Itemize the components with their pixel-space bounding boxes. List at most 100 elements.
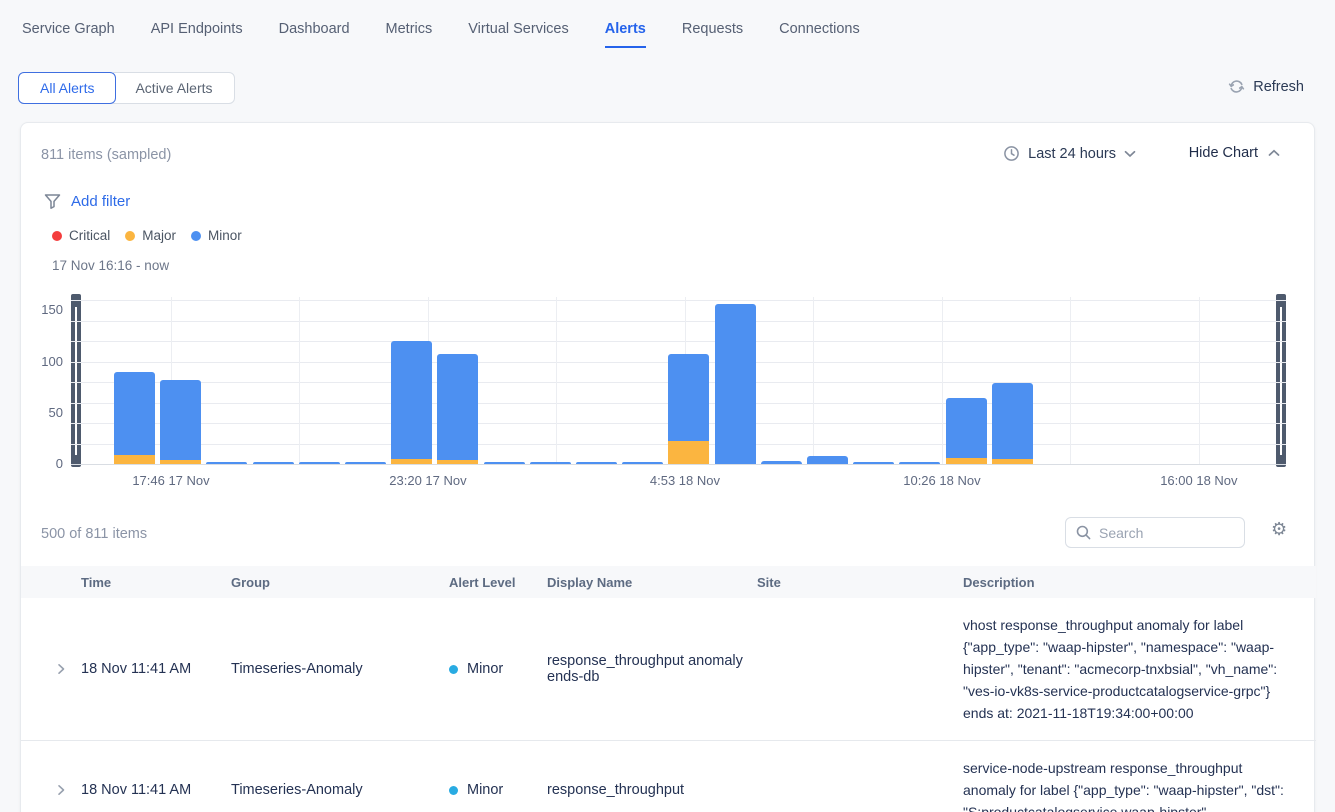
bar-minor-segment[interactable] (253, 462, 294, 464)
bar-major-segment[interactable] (391, 459, 432, 464)
chevron-right-icon (54, 662, 68, 676)
hide-chart-toggle[interactable]: Hide Chart (1189, 145, 1280, 161)
bar-minor-segment[interactable] (206, 462, 247, 464)
bar-minor-segment[interactable] (576, 462, 617, 464)
y-axis-tick: 150 (21, 302, 63, 317)
legend-item-critical: Critical (52, 228, 110, 243)
tab-requests[interactable]: Requests (682, 21, 743, 48)
minor-dot-icon (191, 231, 201, 241)
bar-minor-segment[interactable] (668, 354, 709, 441)
time-range-label: Last 24 hours (1028, 146, 1116, 162)
table-row[interactable]: 18 Nov 11:41 AM Timeseries-Anomaly Minor… (21, 741, 1316, 812)
alert-level-label: Minor (467, 782, 503, 798)
chart-plot (71, 297, 1286, 464)
y-axis-tick: 50 (21, 405, 63, 420)
tab-service-graph[interactable]: Service Graph (22, 21, 115, 48)
refresh-button[interactable]: Refresh (1228, 78, 1304, 95)
clock-icon (1003, 145, 1020, 162)
filter-funnel-icon (43, 192, 62, 211)
bar-major-segment[interactable] (992, 459, 1033, 464)
minor-dot-icon (449, 786, 458, 795)
cell-display-name: response_throughput anomaly ends-db (547, 653, 757, 685)
tab-metrics[interactable]: Metrics (386, 21, 433, 48)
legend-label: Critical (69, 228, 110, 243)
bar-minor-segment[interactable] (345, 462, 386, 464)
cell-description: vhost response_throughput anomaly for la… (963, 598, 1286, 740)
bar-minor-segment[interactable] (530, 462, 571, 464)
table-header: Time Group Alert Level Display Name Site… (21, 566, 1316, 598)
x-axis-tick: 4:53 18 Nov (650, 473, 720, 488)
cell-alert-level: Minor (449, 782, 547, 798)
search-icon (1076, 525, 1091, 540)
alerts-page: Service Graph API Endpoints Dashboard Me… (0, 0, 1335, 812)
bar-minor-segment[interactable] (715, 304, 756, 464)
bar-minor-segment[interactable] (437, 354, 478, 460)
bar-minor-segment[interactable] (391, 341, 432, 459)
cell-time: 18 Nov 11:41 AM (81, 782, 231, 798)
legend-item-minor: Minor (191, 228, 242, 243)
hide-chart-label: Hide Chart (1189, 145, 1258, 161)
bar-minor-segment[interactable] (299, 462, 340, 464)
time-range-select[interactable]: Last 24 hours (1003, 145, 1136, 162)
col-alert-level: Alert Level (449, 575, 547, 590)
cell-alert-level: Minor (449, 661, 547, 677)
chevron-up-icon (1268, 149, 1280, 157)
bar-minor-segment[interactable] (622, 462, 663, 464)
search-input[interactable] (1099, 525, 1234, 541)
cell-display-name: response_throughput (547, 782, 757, 798)
table-row[interactable]: 18 Nov 11:41 AM Timeseries-Anomaly Minor… (21, 598, 1316, 741)
all-alerts-button[interactable]: All Alerts (18, 72, 116, 104)
bar-major-segment[interactable] (437, 460, 478, 464)
y-axis-tick: 0 (21, 456, 63, 471)
refresh-icon (1228, 78, 1245, 95)
bar-major-segment[interactable] (668, 441, 709, 464)
alerts-panel: 811 items (sampled) Last 24 hours Hide C… (20, 122, 1315, 812)
top-nav: Service Graph API Endpoints Dashboard Me… (22, 21, 860, 48)
chart-legend: Critical Major Minor (52, 228, 242, 243)
bar-minor-segment[interactable] (992, 383, 1033, 459)
legend-item-major: Major (125, 228, 176, 243)
col-description: Description (963, 575, 1286, 590)
critical-dot-icon (52, 231, 62, 241)
legend-label: Major (142, 228, 176, 243)
major-dot-icon (125, 231, 135, 241)
add-filter-label: Add filter (71, 193, 130, 210)
col-site: Site (757, 575, 963, 590)
legend-label: Minor (208, 228, 242, 243)
cell-time: 18 Nov 11:41 AM (81, 661, 231, 677)
bar-major-segment[interactable] (114, 455, 155, 464)
bar-minor-segment[interactable] (807, 456, 848, 464)
alert-level-label: Minor (467, 661, 503, 677)
bar-major-segment[interactable] (160, 460, 201, 464)
row-expand-button[interactable] (41, 598, 81, 740)
row-expand-button[interactable] (41, 741, 81, 812)
tab-dashboard[interactable]: Dashboard (279, 21, 350, 48)
bar-minor-segment[interactable] (484, 462, 525, 464)
chart-time-window: 17 Nov 16:16 - now (52, 258, 169, 273)
cell-description: service-node-upstream response_throughpu… (963, 741, 1286, 812)
bar-minor-segment[interactable] (114, 372, 155, 455)
active-alerts-button[interactable]: Active Alerts (113, 72, 234, 104)
alerts-filter-toggle: All Alerts Active Alerts (18, 72, 235, 104)
tab-alerts[interactable]: Alerts (605, 21, 646, 48)
bar-minor-segment[interactable] (853, 462, 894, 464)
col-display-name: Display Name (547, 575, 757, 590)
add-filter-button[interactable]: Add filter (43, 192, 130, 211)
alerts-histogram: 05010015017:46 17 Nov23:20 17 Nov4:53 18… (21, 297, 1316, 507)
shown-summary: 500 of 811 items (41, 526, 147, 542)
tab-virtual-services[interactable]: Virtual Services (468, 21, 568, 48)
bar-minor-segment[interactable] (899, 462, 940, 464)
bar-minor-segment[interactable] (160, 380, 201, 460)
gear-icon[interactable]: ⚙ (1271, 521, 1287, 539)
col-group: Group (231, 575, 449, 590)
tab-api-endpoints[interactable]: API Endpoints (151, 21, 243, 48)
chevron-down-icon (1124, 150, 1136, 158)
cell-group: Timeseries-Anomaly (231, 782, 449, 798)
items-summary: 811 items (sampled) (41, 147, 171, 163)
table-search (1065, 517, 1245, 548)
bar-minor-segment[interactable] (761, 461, 802, 464)
bar-major-segment[interactable] (946, 458, 987, 464)
tab-connections[interactable]: Connections (779, 21, 860, 48)
x-axis-tick: 23:20 17 Nov (389, 473, 466, 488)
bar-minor-segment[interactable] (946, 398, 987, 457)
